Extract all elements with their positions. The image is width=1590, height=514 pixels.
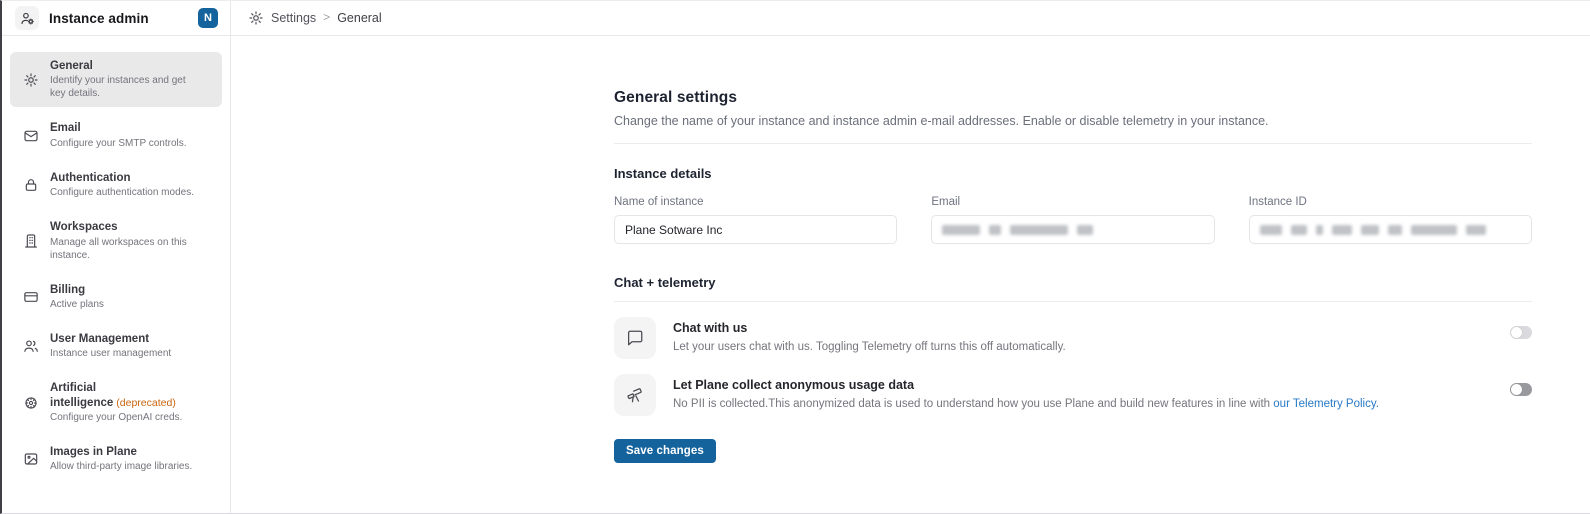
breadcrumb: Settings > General: [231, 1, 382, 35]
breadcrumb-general[interactable]: General: [337, 11, 381, 25]
toggle-knob: [1511, 384, 1522, 395]
sidebar-item-desc: Configure authentication modes.: [50, 186, 194, 199]
user-cog-icon: [15, 6, 39, 30]
sidebar-item-title: Authentication: [50, 171, 194, 185]
sidebar-item-artificial-intelligence[interactable]: Artificial intelligence(deprecated) Conf…: [10, 374, 222, 431]
instance-id-input[interactable]: [1249, 215, 1532, 244]
settings-sidebar: General Identify your instances and get …: [2, 36, 231, 513]
sidebar-item-title: Artificial intelligence(deprecated): [50, 381, 212, 410]
field-email: Email: [931, 196, 1214, 244]
sidebar-item-workspaces[interactable]: Workspaces Manage all workspaces on this…: [10, 213, 222, 268]
save-changes-button[interactable]: Save changes: [614, 439, 716, 463]
sidebar-item-title: User Management: [50, 332, 171, 346]
chat-with-us-toggle[interactable]: [1510, 326, 1532, 339]
image-icon: [23, 451, 39, 467]
sidebar-item-desc: Active plans: [50, 298, 104, 311]
chat-telemetry-heading: Chat + telemetry: [614, 275, 1532, 290]
field-label: Name of instance: [614, 196, 897, 208]
sidebar-item-general[interactable]: General Identify your instances and get …: [10, 52, 222, 107]
row-desc: No PII is collected.This anonymized data…: [673, 398, 1379, 410]
field-name-of-instance: Name of instance: [614, 196, 897, 244]
section-divider: [614, 301, 1532, 302]
row-title: Chat with us: [673, 321, 1066, 335]
mail-icon: [23, 128, 39, 144]
lock-icon: [23, 177, 39, 193]
chevron-right-icon: >: [323, 10, 330, 24]
telemetry-policy-link[interactable]: our Telemetry Policy.: [1273, 398, 1379, 410]
topbar-brand: Instance admin N: [2, 1, 231, 35]
row-title: Let Plane collect anonymous usage data: [673, 378, 1379, 392]
instance-details-fields: Name of instance Email Instance ID: [614, 196, 1532, 244]
field-instance-id: Instance ID: [1249, 196, 1532, 244]
sidebar-item-user-management[interactable]: User Management Instance user management: [10, 325, 222, 367]
toggle-knob: [1511, 327, 1522, 338]
chat-with-us-row: Chat with us Let your users chat with us…: [614, 317, 1532, 359]
name-of-instance-input[interactable]: [614, 215, 897, 244]
users-icon: [23, 338, 39, 354]
main-panel: General settings Change the name of your…: [231, 36, 1590, 513]
sidebar-item-desc: Manage all workspaces on this instance.: [50, 236, 200, 262]
telescope-icon: [614, 374, 656, 416]
field-label: Email: [931, 196, 1214, 208]
email-input[interactable]: [931, 215, 1214, 244]
building-icon: [23, 233, 39, 249]
message-square-icon: [614, 317, 656, 359]
sidebar-item-title: Images in Plane: [50, 445, 192, 459]
sidebar-item-title: Workspaces: [50, 220, 200, 234]
page-title: General settings: [614, 89, 1532, 107]
row-desc: Let your users chat with us. Toggling Te…: [673, 341, 1066, 353]
app-title: Instance admin: [49, 11, 149, 26]
cog-icon: [23, 395, 39, 411]
sidebar-item-authentication[interactable]: Authentication Configure authentication …: [10, 164, 222, 206]
telemetry-row: Let Plane collect anonymous usage data N…: [614, 374, 1532, 416]
sidebar-item-desc: Identify your instances and get key deta…: [50, 74, 200, 100]
breadcrumb-settings[interactable]: Settings: [271, 11, 316, 25]
sidebar-item-desc: Configure your SMTP controls.: [50, 137, 187, 150]
sidebar-item-desc: Allow third-party image libraries.: [50, 460, 192, 473]
sidebar-item-title: Email: [50, 121, 187, 135]
sidebar-item-billing[interactable]: Billing Active plans: [10, 276, 222, 318]
instance-badge[interactable]: N: [198, 8, 218, 28]
gear-icon: [23, 72, 39, 88]
field-label: Instance ID: [1249, 196, 1532, 208]
page-subtitle: Change the name of your instance and ins…: [614, 114, 1532, 128]
section-divider: [614, 143, 1532, 144]
sidebar-item-desc: Instance user management: [50, 347, 171, 360]
sidebar-item-desc: Configure your OpenAI creds.: [50, 411, 200, 424]
deprecated-tag: (deprecated): [116, 397, 176, 409]
sidebar-item-title: Billing: [50, 283, 104, 297]
instance-admin-app: Instance admin N Settings > General: [0, 0, 1590, 514]
sidebar-item-title: General: [50, 59, 200, 73]
telemetry-toggle[interactable]: [1510, 383, 1532, 396]
top-bar: Instance admin N Settings > General: [2, 1, 1590, 36]
gear-icon: [248, 11, 264, 25]
instance-details-heading: Instance details: [614, 166, 1532, 181]
sidebar-item-images-in-plane[interactable]: Images in Plane Allow third-party image …: [10, 438, 222, 480]
credit-card-icon: [23, 289, 39, 305]
sidebar-item-email[interactable]: Email Configure your SMTP controls.: [10, 114, 222, 156]
